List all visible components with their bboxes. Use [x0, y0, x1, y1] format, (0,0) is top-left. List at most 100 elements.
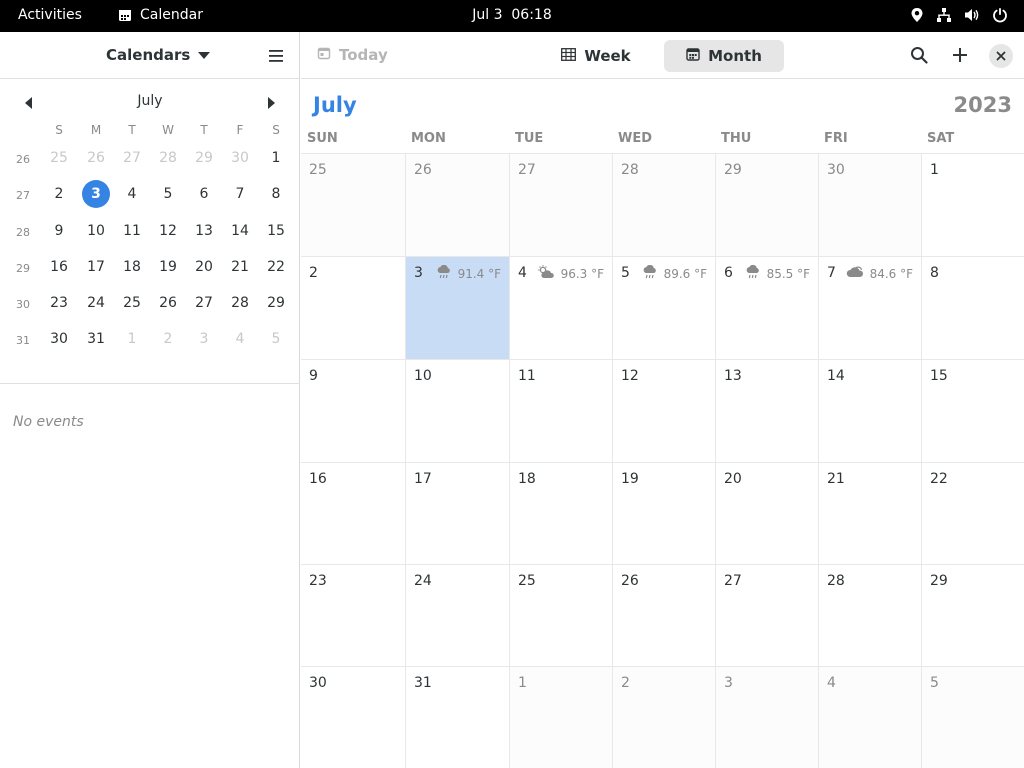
day-cell[interactable]: 8 — [921, 256, 1024, 359]
day-cell[interactable]: 9 — [301, 359, 405, 462]
day-cell[interactable]: 17 — [405, 462, 509, 564]
day-cell[interactable]: 23 — [301, 564, 405, 666]
day-cell[interactable]: 15 — [921, 359, 1024, 462]
day-cell[interactable]: 19 — [612, 462, 715, 564]
mini-day[interactable]: 9 — [44, 216, 74, 246]
mini-day[interactable]: 4 — [225, 324, 255, 354]
day-cell[interactable]: 22 — [921, 462, 1024, 564]
today-button[interactable]: Today — [317, 46, 388, 64]
week-grid-icon — [561, 47, 577, 65]
day-cell[interactable]: 6 85.5 °F — [715, 256, 818, 359]
previous-month-icon[interactable] — [24, 95, 34, 114]
day-cell[interactable]: 30 — [301, 666, 405, 768]
day-cell[interactable]: 2 — [612, 666, 715, 768]
mini-day[interactable]: 3 — [189, 324, 219, 354]
day-cell[interactable]: 12 — [612, 359, 715, 462]
day-cell[interactable]: 13 — [715, 359, 818, 462]
mini-day[interactable]: 7 — [225, 179, 255, 209]
day-cell[interactable]: 29 — [921, 564, 1024, 666]
day-cell[interactable]: 21 — [818, 462, 921, 564]
mini-day[interactable]: 5 — [261, 324, 291, 354]
app-menu[interactable]: Calendar — [118, 7, 203, 23]
mini-day[interactable]: 26 — [153, 288, 183, 318]
day-cell[interactable]: 11 — [509, 359, 612, 462]
day-cell[interactable]: 7 84.6 °F — [818, 256, 921, 359]
day-cell[interactable]: 3 — [715, 666, 818, 768]
month-view-button[interactable]: Month — [664, 40, 784, 72]
day-cell[interactable]: 5 — [921, 666, 1024, 768]
day-cell[interactable]: 18 — [509, 462, 612, 564]
mini-day[interactable]: 15 — [261, 216, 291, 246]
day-cell[interactable]: 10 — [405, 359, 509, 462]
mini-day[interactable]: 22 — [261, 252, 291, 282]
add-event-icon[interactable] — [951, 46, 969, 68]
mini-day[interactable]: 31 — [81, 324, 111, 354]
mini-day[interactable]: 16 — [44, 252, 74, 282]
mini-day[interactable]: 27 — [189, 288, 219, 318]
mini-day[interactable]: 17 — [81, 252, 111, 282]
mini-day[interactable]: 1 — [117, 324, 147, 354]
mini-day[interactable]: 29 — [189, 143, 219, 173]
mini-day[interactable]: 2 — [44, 179, 74, 209]
mini-day[interactable]: 26 — [81, 143, 111, 173]
day-cell-today[interactable]: 3 91.4 °F — [405, 256, 509, 359]
day-cell[interactable]: 1 — [509, 666, 612, 768]
day-cell[interactable]: 27 — [715, 564, 818, 666]
close-window-icon[interactable] — [989, 44, 1013, 68]
mini-day[interactable]: 24 — [81, 288, 111, 318]
mini-day[interactable]: 2 — [153, 324, 183, 354]
mini-day[interactable]: 25 — [117, 288, 147, 318]
day-cell[interactable]: 4 96.3 °F — [509, 256, 612, 359]
mini-day[interactable]: 21 — [225, 252, 255, 282]
day-cell[interactable]: 29 — [715, 153, 818, 256]
system-tray[interactable] — [910, 7, 1008, 23]
day-cell[interactable]: 31 — [405, 666, 509, 768]
mini-day[interactable]: 20 — [189, 252, 219, 282]
mini-day[interactable]: 8 — [261, 179, 291, 209]
mini-day[interactable]: 28 — [153, 143, 183, 173]
activities-button[interactable]: Activities — [18, 7, 82, 23]
mini-day[interactable]: 19 — [153, 252, 183, 282]
day-cell[interactable]: 16 — [301, 462, 405, 564]
mini-day[interactable]: 30 — [225, 143, 255, 173]
day-number: 20 — [724, 471, 742, 487]
day-cell[interactable]: 14 — [818, 359, 921, 462]
day-cell[interactable]: 1 — [921, 153, 1024, 256]
day-cell[interactable]: 25 — [301, 153, 405, 256]
mini-day[interactable]: 13 — [189, 216, 219, 246]
mini-day[interactable]: 5 — [153, 179, 183, 209]
mini-day[interactable]: 6 — [189, 179, 219, 209]
calendars-dropdown-button[interactable]: Calendars — [106, 46, 211, 64]
mini-day[interactable]: 11 — [117, 216, 147, 246]
hamburger-menu-icon[interactable] — [268, 48, 284, 67]
mini-day[interactable]: 4 — [117, 179, 147, 209]
day-cell[interactable]: 20 — [715, 462, 818, 564]
day-cell[interactable]: 26 — [405, 153, 509, 256]
mini-day[interactable]: 25 — [44, 143, 74, 173]
mini-day[interactable]: 1 — [261, 143, 291, 173]
next-month-icon[interactable] — [266, 95, 276, 114]
day-cell[interactable]: 28 — [612, 153, 715, 256]
mini-day[interactable]: 29 — [261, 288, 291, 318]
mini-day[interactable]: 28 — [225, 288, 255, 318]
mini-day[interactable]: 23 — [44, 288, 74, 318]
mini-day[interactable]: 14 — [225, 216, 255, 246]
mini-day[interactable]: 18 — [117, 252, 147, 282]
search-icon[interactable] — [910, 46, 928, 68]
mini-day[interactable]: 30 — [44, 324, 74, 354]
mini-day[interactable]: 27 — [117, 143, 147, 173]
day-cell[interactable]: 4 — [818, 666, 921, 768]
day-cell[interactable]: 30 — [818, 153, 921, 256]
day-cell[interactable]: 2 — [301, 256, 405, 359]
day-cell[interactable]: 25 — [509, 564, 612, 666]
mini-day[interactable]: 12 — [153, 216, 183, 246]
day-cell[interactable]: 28 — [818, 564, 921, 666]
day-cell[interactable]: 5 89.6 °F — [612, 256, 715, 359]
mini-day[interactable]: 10 — [81, 216, 111, 246]
day-cell[interactable]: 24 — [405, 564, 509, 666]
week-view-button[interactable]: Week — [555, 40, 637, 72]
mini-day-selected[interactable]: 3 — [82, 180, 110, 209]
clock[interactable]: Jul 3 06:18 — [472, 7, 552, 23]
day-cell[interactable]: 26 — [612, 564, 715, 666]
day-cell[interactable]: 27 — [509, 153, 612, 256]
